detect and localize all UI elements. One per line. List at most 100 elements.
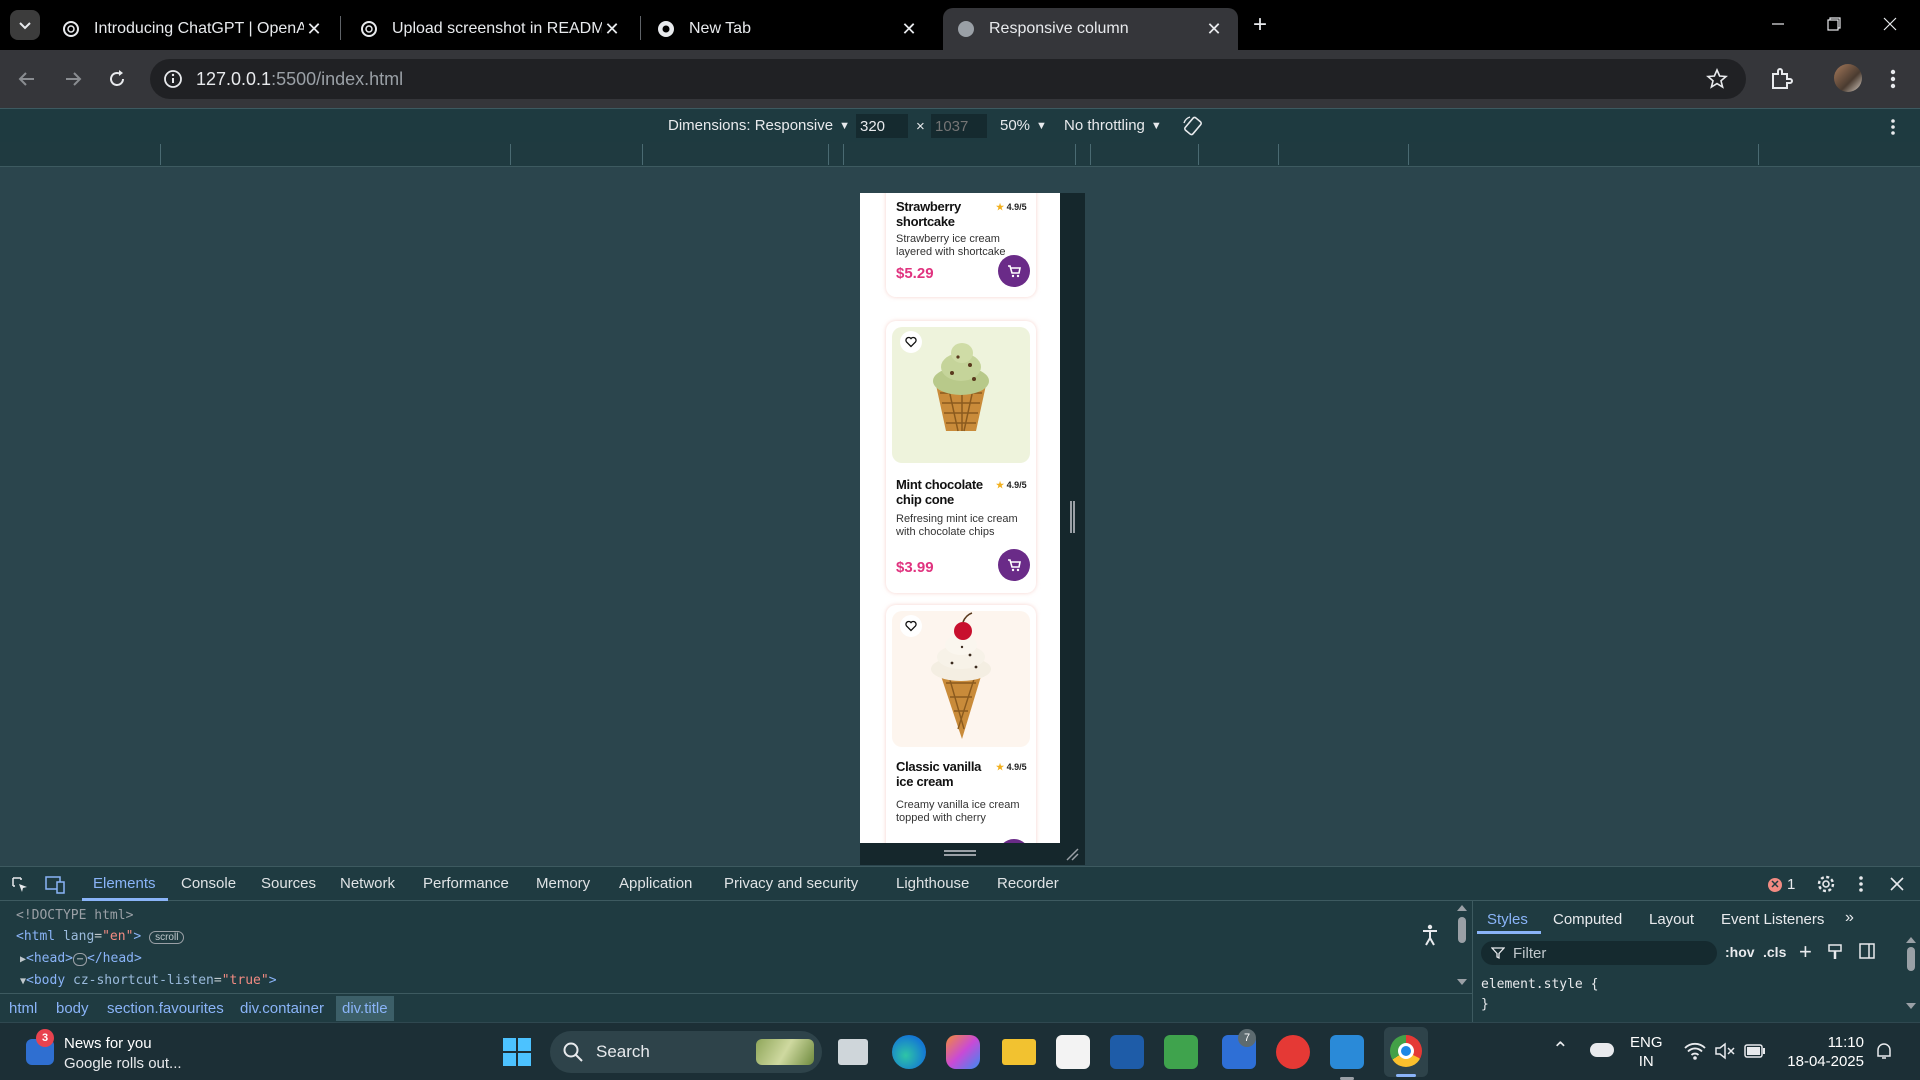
dimensions-dropdown[interactable]: Dimensions: Responsive ▼ [668, 117, 850, 134]
hov-toggle[interactable]: :hov [1725, 944, 1755, 960]
tab-new-tab[interactable]: New Tab ✕ [643, 8, 933, 50]
scroll-down-arrow[interactable] [1906, 1003, 1916, 1009]
volume-muted-icon[interactable] [1714, 1041, 1736, 1061]
news-widget[interactable]: 3 News for you Google rolls out... [24, 1029, 214, 1073]
taskbar-search[interactable]: Search [550, 1031, 822, 1073]
media-query-marker[interactable] [1278, 144, 1279, 165]
tab-event-listeners[interactable]: Event Listeners [1721, 911, 1824, 928]
media-query-marker[interactable] [510, 144, 511, 165]
tab-lighthouse[interactable]: Lighthouse [896, 875, 969, 892]
accessibility-icon[interactable] [1420, 923, 1440, 947]
tab-application[interactable]: Application [619, 875, 692, 892]
height-input[interactable] [931, 114, 987, 138]
scroll-up-arrow[interactable] [1906, 937, 1916, 943]
tab-search-button[interactable] [10, 10, 40, 40]
emulated-viewport[interactable]: Strawberry shortcake ★ 4.9/5 Strawberry … [860, 193, 1060, 843]
restore-button[interactable] [1822, 12, 1846, 36]
dom-line-doctype[interactable]: <!DOCTYPE html> [16, 905, 1472, 926]
tab-responsive-column[interactable]: Responsive column ✕ [943, 8, 1238, 50]
width-input[interactable] [856, 114, 908, 138]
favorite-button[interactable] [900, 331, 922, 353]
cls-toggle[interactable]: .cls [1763, 944, 1786, 960]
onedrive-icon[interactable] [1590, 1043, 1614, 1057]
add-rule-icon[interactable]: + [1799, 939, 1812, 965]
media-query-marker[interactable] [1758, 144, 1759, 165]
error-counter[interactable]: ✕ 1 [1768, 876, 1795, 893]
tab-upload-screenshot[interactable]: Upload screenshot in README ✕ [346, 8, 636, 50]
close-icon[interactable]: ✕ [1204, 19, 1224, 39]
more-tabs-icon[interactable]: » [1845, 909, 1854, 927]
breadcrumb-item[interactable]: html [9, 1000, 37, 1017]
address-bar[interactable]: 127.0.0.1:5500/index.html [150, 59, 1746, 99]
viewport-right-resizer[interactable] [1060, 193, 1085, 843]
gear-icon[interactable] [1816, 874, 1836, 894]
media-query-marker[interactable] [843, 144, 844, 165]
add-to-cart-button[interactable] [998, 255, 1030, 287]
battery-icon[interactable] [1744, 1043, 1766, 1059]
dell-icon[interactable] [1110, 1035, 1144, 1069]
tab-styles[interactable]: Styles [1487, 911, 1528, 928]
resize-corner-icon[interactable] [1065, 847, 1079, 861]
close-icon[interactable]: ✕ [304, 19, 324, 39]
media-query-marker[interactable] [160, 144, 161, 165]
ellipsis-badge[interactable]: ⋯ [73, 953, 88, 966]
back-button[interactable] [12, 64, 42, 94]
dom-line-body[interactable]: ▼<body cz-shortcut-listen="true"> [16, 970, 1472, 992]
viewport-bottom-resizer[interactable] [860, 843, 1085, 865]
media-query-marker[interactable] [1075, 144, 1076, 165]
more-vertical-icon[interactable] [1856, 874, 1866, 894]
scroll-thumb[interactable] [1907, 947, 1915, 971]
dom-tree[interactable]: <!DOCTYPE html> <html lang="en"> scroll … [0, 901, 1472, 993]
tab-recorder[interactable]: Recorder [997, 875, 1059, 892]
media-query-marker[interactable] [1198, 144, 1199, 165]
clock[interactable]: 11:10 18-04-2025 [1782, 1033, 1864, 1071]
device-more-button[interactable] [1888, 117, 1898, 137]
scroll-down-arrow[interactable] [1457, 979, 1467, 985]
add-to-cart-button[interactable] [998, 549, 1030, 581]
chevron-up-icon[interactable]: ⌃ [1552, 1037, 1569, 1062]
vscode-icon[interactable] [1330, 1035, 1364, 1069]
breadcrumb-item-active[interactable]: div.title [336, 996, 394, 1021]
star-icon[interactable] [1706, 68, 1728, 90]
close-icon[interactable] [1888, 875, 1906, 893]
tab-console[interactable]: Console [181, 875, 236, 892]
tab-computed[interactable]: Computed [1553, 911, 1622, 928]
language-indicator[interactable]: ENG IN [1630, 1033, 1663, 1071]
media-query-bar[interactable] [0, 142, 1920, 167]
start-button[interactable] [502, 1037, 532, 1067]
scroll-up-arrow[interactable] [1457, 905, 1467, 911]
browser-menu-button[interactable] [1888, 66, 1898, 92]
app-icon[interactable] [1164, 1035, 1198, 1069]
media-query-marker[interactable] [828, 144, 829, 165]
tab-elements[interactable]: Elements [93, 875, 156, 892]
minimize-button[interactable] [1766, 12, 1790, 36]
tab-layout[interactable]: Layout [1649, 911, 1694, 928]
paint-icon[interactable] [1827, 943, 1843, 961]
resize-handle-vertical[interactable] [1070, 501, 1075, 533]
tab-memory[interactable]: Memory [536, 875, 590, 892]
scroll-badge[interactable]: scroll [149, 931, 185, 944]
filter-input[interactable]: Filter [1481, 941, 1717, 965]
breadcrumb-item[interactable]: body [56, 1000, 89, 1017]
rotate-button[interactable] [1182, 115, 1204, 137]
element-style-rule[interactable]: element.style { } [1481, 975, 1598, 1015]
close-icon[interactable]: ✕ [899, 19, 919, 39]
close-icon[interactable]: ✕ [602, 19, 622, 39]
microsoft-store-icon[interactable] [1056, 1035, 1090, 1069]
favorite-button[interactable] [900, 615, 922, 637]
scroll-thumb[interactable] [1458, 917, 1466, 943]
file-explorer-icon[interactable] [1002, 1039, 1036, 1065]
styles-scrollbar[interactable] [1905, 905, 1917, 1021]
breadcrumb-item[interactable]: div.container [240, 1000, 324, 1017]
profile-avatar[interactable] [1834, 64, 1862, 92]
dom-line-head[interactable]: ▶<head> ⋯ </head> [16, 948, 1472, 970]
inspect-element-icon[interactable] [10, 875, 30, 895]
chrome-taskbar-button[interactable] [1384, 1027, 1428, 1077]
tab-sources[interactable]: Sources [261, 875, 316, 892]
media-query-marker[interactable] [642, 144, 643, 165]
notification-icon[interactable] [1874, 1041, 1894, 1061]
media-query-marker[interactable] [1090, 144, 1091, 165]
copilot-icon[interactable] [946, 1035, 980, 1069]
dom-scrollbar[interactable] [1456, 905, 1468, 991]
device-toggle-icon[interactable] [44, 875, 66, 895]
